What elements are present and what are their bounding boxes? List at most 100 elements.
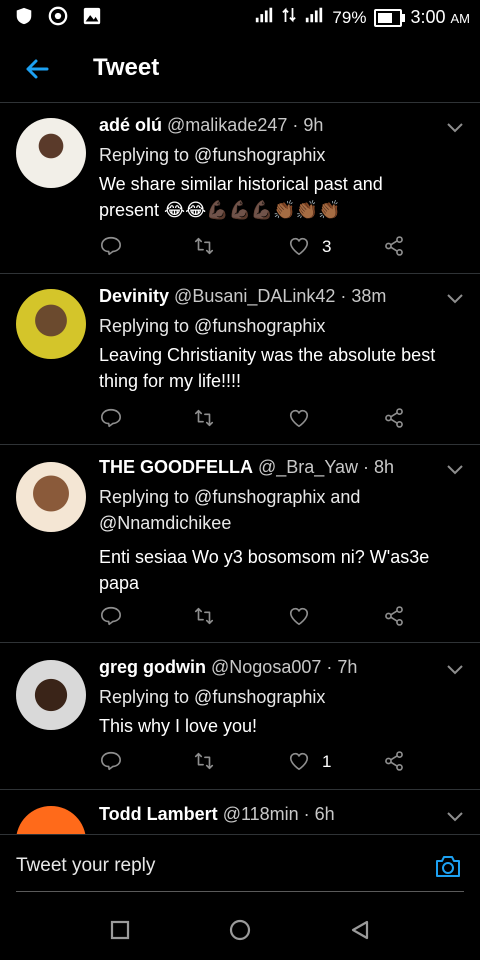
- user-handle-time: @Busani_DALink42 · 38m: [174, 286, 387, 306]
- camera-icon: [436, 856, 460, 877]
- heart-icon: [289, 409, 309, 428]
- tweet-options-button[interactable]: [446, 663, 464, 675]
- tweet-header: Todd Lambert @118min · 6h: [99, 804, 440, 825]
- retweet-button[interactable]: [193, 605, 217, 629]
- chrome-icon: [48, 6, 70, 28]
- tweet-text: Leaving Christianity was the absolute be…: [99, 345, 436, 391]
- tweet-text: Enti sesiaa Wo y3 bosomsom ni? W'as3e pa…: [99, 547, 430, 593]
- tweet-header: Devinity @Busani_DALink42 · 38m: [99, 286, 440, 307]
- back-button[interactable]: [22, 54, 52, 84]
- share-button[interactable]: [383, 605, 407, 629]
- share-button[interactable]: [383, 407, 407, 431]
- like-button[interactable]: [288, 605, 312, 629]
- tweet-item[interactable]: adé olú @malikade247 · 9h Replying to @f…: [0, 103, 480, 274]
- replying-to[interactable]: Replying to @funshographix and @Nnamdich…: [99, 484, 440, 536]
- gallery-icon: [82, 6, 104, 28]
- tweet-options-button[interactable]: [446, 810, 464, 822]
- reply-input[interactable]: Tweet your reply: [16, 855, 155, 877]
- recents-button[interactable]: [108, 918, 132, 942]
- share-button[interactable]: [383, 235, 407, 259]
- reply-button[interactable]: [100, 750, 124, 774]
- tweet-actions: [100, 605, 410, 631]
- reply-button[interactable]: [100, 235, 124, 259]
- user-handle-time: @118min · 6h: [222, 804, 335, 824]
- avatar[interactable]: [16, 289, 86, 359]
- tweet-item[interactable]: Todd Lambert @118min · 6h: [0, 790, 480, 834]
- home-button[interactable]: [228, 918, 252, 942]
- share-icon: [385, 751, 403, 771]
- user-handle-time: @malikade247 · 9h: [167, 115, 324, 135]
- share-icon: [385, 408, 403, 428]
- chevron-down-icon: [447, 294, 463, 304]
- replying-to[interactable]: Replying to @funshographix: [99, 142, 440, 168]
- retweet-button[interactable]: [193, 235, 217, 259]
- like-count: 1: [322, 752, 332, 771]
- avatar[interactable]: [16, 806, 86, 834]
- reply-icon: [101, 606, 121, 626]
- clock-time: 3:00: [410, 7, 446, 27]
- circle-icon: [229, 919, 251, 941]
- signal-icon-2: [304, 6, 324, 29]
- user-name[interactable]: Devinity: [99, 286, 169, 306]
- back-nav-button[interactable]: [348, 918, 372, 942]
- reply-composer: Tweet your reply: [0, 834, 480, 893]
- reply-button[interactable]: [100, 407, 124, 431]
- like-count: 3: [322, 237, 332, 256]
- replying-to[interactable]: Replying to @funshographix: [99, 313, 440, 339]
- reply-underline: [16, 891, 464, 892]
- avatar[interactable]: [16, 118, 86, 188]
- reply-icon: [101, 751, 121, 771]
- page-title: Tweet: [93, 54, 160, 81]
- heart-icon: [289, 607, 309, 626]
- avatar[interactable]: [16, 660, 86, 730]
- like-button[interactable]: [288, 750, 312, 774]
- chevron-down-icon: [447, 812, 463, 822]
- status-bar: 79% 3:00 AM: [0, 0, 480, 34]
- tweet-text: We share similar historical past and pre…: [99, 174, 383, 220]
- user-handle-time: @_Bra_Yaw · 8h: [258, 457, 395, 477]
- heart-icon: [289, 752, 309, 771]
- tweet-actions: [100, 407, 410, 433]
- shield-icon: [14, 6, 36, 28]
- tweet-options-button[interactable]: [446, 463, 464, 475]
- system-nav-bar: [0, 900, 480, 960]
- battery-percent: 79%: [332, 7, 367, 27]
- heart-icon: [289, 237, 309, 256]
- tweet-options-button[interactable]: [446, 292, 464, 304]
- signal-icon: [254, 6, 274, 29]
- share-icon: [385, 236, 403, 256]
- user-name[interactable]: Todd Lambert: [99, 804, 218, 824]
- user-name[interactable]: THE GOODFELLA: [99, 457, 253, 477]
- chevron-down-icon: [447, 465, 463, 475]
- user-name[interactable]: adé olú: [99, 115, 162, 135]
- tweet-options-button[interactable]: [446, 121, 464, 133]
- share-icon: [385, 606, 403, 626]
- back-arrow-icon: [26, 59, 49, 79]
- tweet-item[interactable]: greg godwin @Nogosa007 · 7h Replying to …: [0, 643, 480, 790]
- tweet-item[interactable]: THE GOODFELLA @_Bra_Yaw · 8h Replying to…: [0, 445, 480, 643]
- tweet-header: THE GOODFELLA @_Bra_Yaw · 8h: [99, 457, 440, 478]
- retweet-icon: [194, 607, 214, 625]
- camera-button[interactable]: [434, 853, 462, 879]
- replying-to[interactable]: Replying to @funshographix: [99, 684, 440, 710]
- reply-icon: [101, 408, 121, 428]
- reply-button[interactable]: [100, 605, 124, 629]
- user-handle-time: @Nogosa007 · 7h: [211, 657, 358, 677]
- triangle-back-icon: [351, 920, 369, 940]
- tweet-item[interactable]: Devinity @Busani_DALink42 · 38m Replying…: [0, 274, 480, 445]
- tweet-actions: 3: [100, 235, 410, 261]
- tweet-header: greg godwin @Nogosa007 · 7h: [99, 657, 440, 678]
- tweet-header: adé olú @malikade247 · 9h: [99, 115, 440, 136]
- user-name[interactable]: greg godwin: [99, 657, 206, 677]
- like-button[interactable]: [288, 235, 312, 259]
- retweet-icon: [194, 409, 214, 427]
- reply-icon: [101, 236, 121, 256]
- data-transfer-icon: [282, 6, 297, 29]
- like-button[interactable]: [288, 407, 312, 431]
- retweet-button[interactable]: [193, 407, 217, 431]
- tweet-actions: 1: [100, 750, 410, 776]
- share-button[interactable]: [383, 750, 407, 774]
- avatar[interactable]: [16, 462, 86, 532]
- retweet-icon: [194, 237, 214, 255]
- retweet-button[interactable]: [193, 750, 217, 774]
